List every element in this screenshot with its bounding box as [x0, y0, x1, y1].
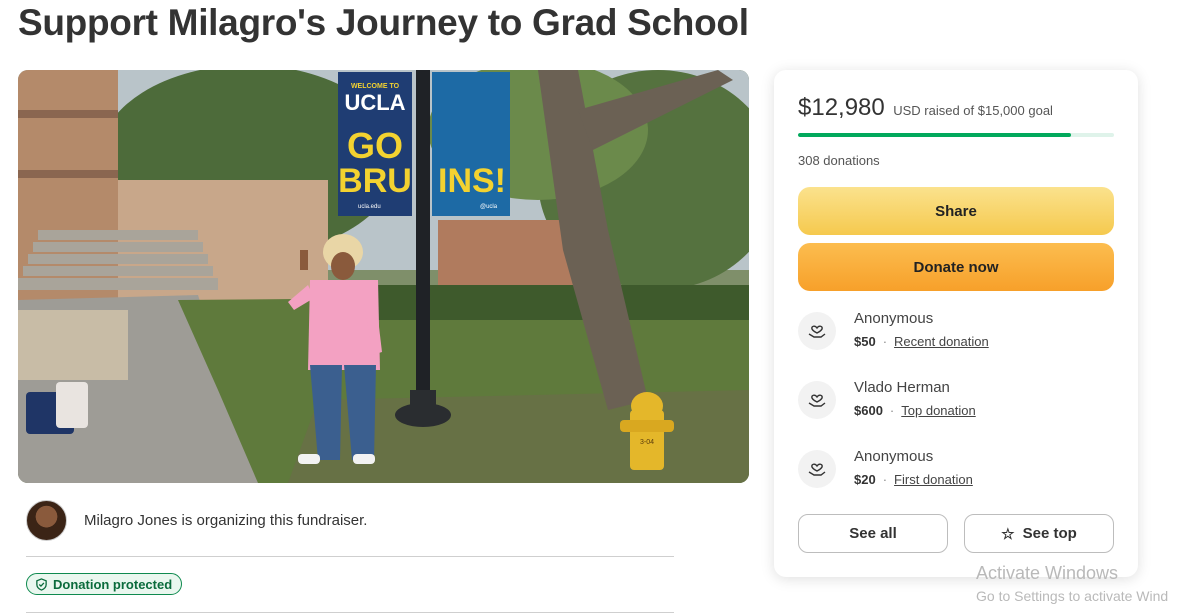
- see-top-button[interactable]: ☆ See top: [964, 514, 1114, 553]
- organizer-avatar[interactable]: [26, 500, 67, 541]
- organizer-row: Milagro Jones is organizing this fundrai…: [26, 500, 367, 541]
- banner-ins-text: INS!: [438, 162, 506, 200]
- see-top-label: See top: [1022, 525, 1077, 542]
- progress-bar: [798, 133, 1114, 137]
- goal-text: USD raised of $15,000 goal: [893, 103, 1053, 118]
- shield-check-icon: [36, 577, 47, 591]
- divider: [26, 612, 674, 613]
- banner-ucla-text: UCLA: [344, 90, 405, 115]
- banner-top-text: WELCOME TO: [351, 83, 400, 90]
- donor-name: Anonymous: [854, 310, 934, 327]
- separator-dot: ·: [882, 472, 888, 487]
- hand-heart-icon: [798, 381, 836, 419]
- donate-now-button[interactable]: Donate now: [798, 243, 1114, 291]
- page-title: Support Milagro's Journey to Grad School: [18, 2, 749, 43]
- organizer-text: Milagro Jones is organizing this fundrai…: [84, 512, 368, 529]
- donor-detail: $600 · Top donation: [854, 403, 976, 418]
- donation-protected-label: Donation protected: [53, 576, 173, 592]
- donor-tag-link[interactable]: Top donation: [901, 403, 975, 418]
- share-button[interactable]: Share: [798, 187, 1114, 235]
- campaign-photo-illustration: WELCOME TO UCLA GO BRU ucla.edu INS! @uc…: [18, 70, 749, 483]
- progress-fill: [798, 133, 1072, 137]
- banner-go-text: GO: [347, 125, 403, 166]
- donor-amount: $50: [854, 334, 876, 349]
- donor-tag-link[interactable]: Recent donation: [894, 334, 989, 349]
- campaign-photo[interactable]: WELCOME TO UCLA GO BRU ucla.edu INS! @uc…: [18, 70, 749, 483]
- donor-detail: $20 · First donation: [854, 472, 973, 487]
- donor-amount: $600: [854, 403, 883, 418]
- hand-heart-icon: [798, 450, 836, 488]
- see-all-button[interactable]: See all: [798, 514, 948, 553]
- banner-footer-text: ucla.edu: [358, 204, 381, 210]
- donor-name: Anonymous: [854, 448, 934, 465]
- banner-bru-text: BRU: [338, 162, 412, 200]
- hand-heart-icon: [798, 312, 836, 350]
- star-icon: ☆: [1001, 525, 1015, 543]
- windows-activation-title: Activate Windows: [976, 563, 1119, 583]
- donation-count: 308 donations: [798, 153, 880, 168]
- donor-amount: $20: [854, 472, 876, 487]
- amount-raised: $12,980 USD raised of $15,000 goal: [798, 94, 1053, 122]
- donor-detail: $50 · Recent donation: [854, 334, 989, 349]
- donor-tag-link[interactable]: First donation: [894, 472, 973, 487]
- separator-dot: ·: [889, 403, 895, 418]
- divider: [26, 556, 674, 557]
- raised-amount: $12,980: [798, 94, 885, 121]
- windows-activation-subtitle: Go to Settings to activate Wind: [976, 588, 1169, 604]
- donation-protected-badge[interactable]: Donation protected: [26, 573, 183, 595]
- see-all-label: See all: [849, 525, 897, 542]
- banner-handle-text: @ucla: [480, 204, 498, 210]
- donation-card: $12,980 USD raised of $15,000 goal 308 d…: [774, 70, 1138, 577]
- donor-name: Vlado Herman: [854, 379, 950, 396]
- separator-dot: ·: [882, 334, 888, 349]
- hydrant-label: 3-04: [640, 439, 654, 446]
